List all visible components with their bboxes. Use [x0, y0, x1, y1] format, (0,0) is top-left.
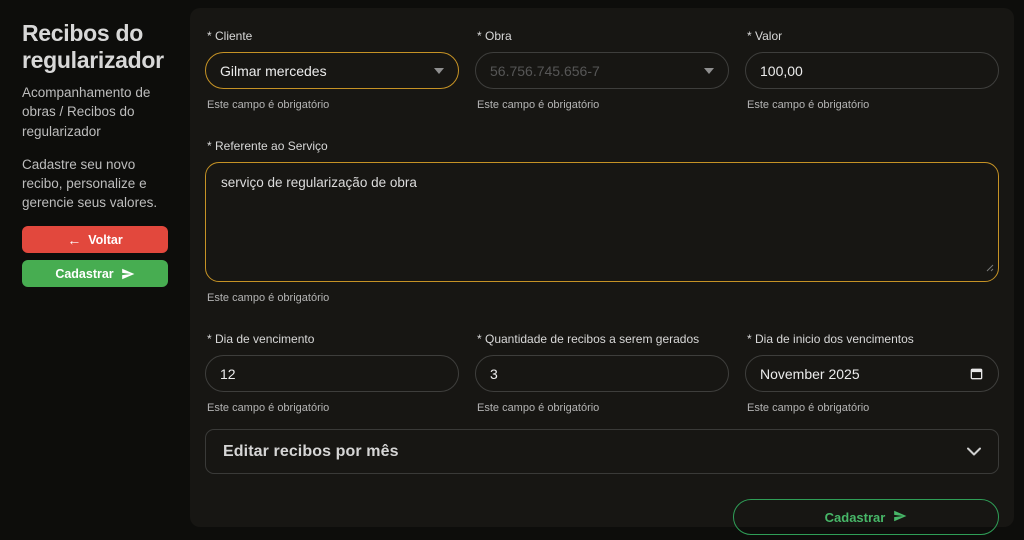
dia-inicio-helper: Este campo é obrigatório — [747, 402, 870, 414]
referente-helper: Este campo é obrigatório — [207, 292, 330, 304]
form-submit-button[interactable]: Cadastrar — [733, 499, 999, 535]
dia-inicio-date-input[interactable]: November 2025 — [745, 355, 999, 392]
dia-vencimento-input[interactable] — [205, 355, 459, 392]
field-valor: * Valor Este campo é obrigatório — [745, 27, 999, 111]
form-panel: * Cliente Gilmar mercedes Este campo é o… — [190, 8, 1014, 535]
field-obra: * Obra 56.756.745.656-7 Este campo é obr… — [475, 27, 729, 111]
dia-vencimento-helper: Este campo é obrigatório — [207, 402, 330, 414]
quantidade-helper: Este campo é obrigatório — [477, 402, 600, 414]
page-title: Recibos do regularizador — [22, 20, 164, 74]
referente-textarea[interactable]: serviço de regularização de obra — [205, 162, 999, 282]
form-row-1: * Cliente Gilmar mercedes Este campo é o… — [205, 27, 999, 111]
cliente-helper: Este campo é obrigatório — [207, 99, 330, 111]
accordion-label: Editar recibos por mês — [223, 442, 399, 460]
form-row-3: * Dia de vencimento Este campo é obrigat… — [205, 330, 999, 414]
obra-helper: Este campo é obrigatório — [477, 99, 600, 111]
obra-label: * Obra — [477, 29, 512, 43]
valor-helper: Este campo é obrigatório — [747, 99, 870, 111]
field-referente: * Referente ao Serviço serviço de regula… — [205, 137, 999, 304]
valor-input[interactable] — [745, 52, 999, 89]
sidebar: Recibos do regularizador Acompanhamento … — [0, 0, 190, 540]
send-plane-icon — [121, 267, 135, 281]
dia-inicio-value: November 2025 — [760, 365, 860, 382]
form-submit-label: Cadastrar — [824, 509, 886, 525]
cliente-value: Gilmar mercedes — [220, 62, 327, 79]
accordion-editar-recibos[interactable]: Editar recibos por mês — [205, 429, 999, 474]
referente-label: * Referente ao Serviço — [207, 139, 328, 153]
cliente-select[interactable]: Gilmar mercedes — [205, 52, 459, 89]
quantidade-label: * Quantidade de recibos a serem gerados — [477, 332, 700, 346]
submit-row: Cadastrar — [205, 499, 999, 535]
sidebar-submit-label: Cadastrar — [55, 266, 114, 281]
field-dia-vencimento: * Dia de vencimento Este campo é obrigat… — [205, 330, 459, 414]
calendar-icon[interactable] — [969, 366, 984, 381]
field-dia-inicio: * Dia de inicio dos vencimentos November… — [745, 330, 999, 414]
field-cliente: * Cliente Gilmar mercedes Este campo é o… — [205, 27, 459, 111]
obra-select[interactable]: 56.756.745.656-7 — [475, 52, 729, 89]
sidebar-submit-button[interactable]: Cadastrar — [22, 260, 168, 288]
cliente-label: * Cliente — [207, 29, 253, 43]
chevron-down-icon — [434, 67, 444, 74]
page-description: Cadastre seu novo recibo, personalize e … — [22, 156, 158, 211]
resize-grip-icon[interactable] — [986, 259, 994, 277]
breadcrumb: Acompanhamento de obras / Recibos do reg… — [22, 85, 151, 139]
chevron-down-icon — [704, 67, 714, 74]
valor-label: * Valor — [747, 29, 783, 43]
obra-value: 56.756.745.656-7 — [490, 62, 600, 79]
arrow-left-icon: ← — [67, 231, 82, 248]
dia-inicio-label: * Dia de inicio dos vencimentos — [747, 332, 914, 346]
back-button[interactable]: ← Voltar — [22, 226, 168, 254]
field-quantidade: * Quantidade de recibos a serem gerados … — [475, 330, 729, 414]
dia-vencimento-label: * Dia de vencimento — [207, 332, 315, 346]
quantidade-input[interactable] — [475, 355, 729, 392]
chevron-down-icon — [967, 444, 981, 459]
back-button-label: Voltar — [88, 232, 123, 247]
send-plane-icon — [893, 509, 907, 526]
